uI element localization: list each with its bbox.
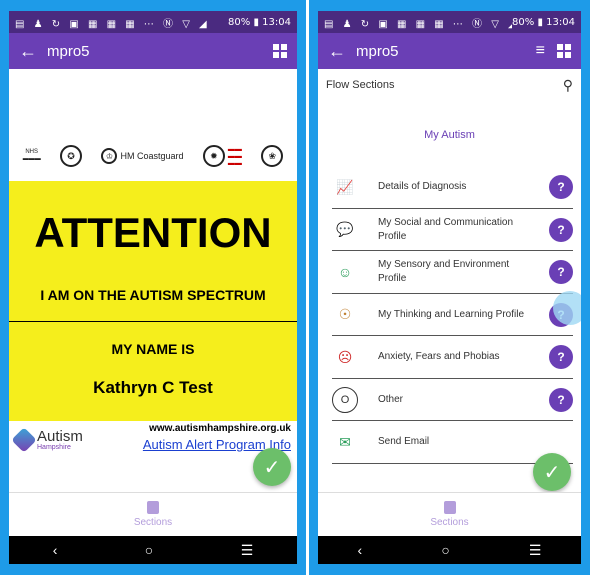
website-url: www.autismhampshire.org.uk bbox=[149, 423, 291, 434]
status-bar: ▤ ♟ ↻ ▣ ▦ ▦ ▦ ⋯ Ⓝ ▽ ◢ 80% ▮ 13:04 bbox=[318, 11, 581, 33]
section-row[interactable]: 💬 My Social and Communication Profile? bbox=[318, 209, 581, 251]
thinking-head-icon: ☉ bbox=[338, 306, 352, 323]
search-icon[interactable]: ⚲ bbox=[563, 77, 573, 94]
info-footer: Autism Hampshire www.autismhampshire.org… bbox=[9, 421, 297, 461]
nav-home-icon[interactable]: ○ bbox=[145, 542, 153, 558]
email-icon: ✉ bbox=[339, 433, 351, 450]
sections-tab[interactable]: Sections bbox=[318, 492, 581, 536]
section-row[interactable]: 📈 Details of Diagnosis? bbox=[318, 166, 581, 209]
my-name-label: MY NAME IS bbox=[111, 341, 195, 357]
chat-icon: 💬 bbox=[336, 221, 354, 238]
person-name: Kathryn C Test bbox=[93, 378, 213, 397]
right-phone-frame: ▤ ♟ ↻ ▣ ▦ ▦ ▦ ⋯ Ⓝ ▽ ◢ 80% ▮ 13:04 ← mpro… bbox=[309, 0, 590, 575]
nav-home-icon[interactable]: ○ bbox=[441, 542, 449, 558]
right-screen: ▤ ♟ ↻ ▣ ▦ ▦ ▦ ⋯ Ⓝ ▽ ◢ 80% ▮ 13:04 ← mpro… bbox=[318, 11, 581, 564]
confirm-check-button[interactable]: ✓ bbox=[533, 453, 571, 491]
spectrum-statement: I AM ON THE AUTISM SPECTRUM bbox=[40, 287, 266, 303]
confirm-check-button[interactable]: ✓ bbox=[253, 448, 291, 486]
nav-recents-icon[interactable]: ☰ bbox=[529, 542, 542, 559]
app-title: mpro5 bbox=[47, 42, 90, 60]
app-bar: ← mpro5 bbox=[9, 33, 297, 69]
section-row[interactable]: ☹ Anxiety, Fears and Phobias? bbox=[318, 336, 581, 379]
sections-tab-label: Sections bbox=[430, 517, 469, 528]
notification-icons: ▤ ♟ ↻ ▣ ▦ ▦ ▦ ⋯ Ⓝ ▽ ◢ bbox=[324, 18, 513, 30]
coastguard-logo: ♔ HM Coastguard bbox=[101, 148, 184, 164]
app-title: mpro5 bbox=[356, 42, 399, 60]
clock: 13:04 bbox=[546, 16, 575, 28]
dashboard-grid-icon[interactable] bbox=[557, 44, 571, 58]
section-row[interactable]: ☺ My Sensory and Environment Profile? bbox=[318, 251, 581, 294]
fire-rescue-logo: ✹ ▬▬ ▬▬ ▬▬ bbox=[202, 145, 242, 167]
nav-back-icon[interactable]: ‹ bbox=[358, 542, 363, 558]
police-crest-icon: ✪ bbox=[60, 145, 83, 167]
help-question-icon[interactable]: ? bbox=[549, 175, 573, 200]
sections-icon bbox=[147, 501, 159, 514]
sensory-icon: ☺ bbox=[337, 264, 353, 281]
battery-icon: ▮ bbox=[537, 16, 543, 28]
back-arrow-icon[interactable]: ← bbox=[19, 41, 47, 62]
menu-icon[interactable]: ≡ bbox=[536, 42, 545, 60]
anxiety-head-icon: ☹ bbox=[337, 348, 353, 365]
status-bar: ▤ ♟ ↻ ▣ ▦ ▦ ▦ ⋯ Ⓝ ▽ ◢ 80% ▮ 13:04 bbox=[9, 11, 297, 33]
attention-heading: ATTENTION bbox=[34, 209, 272, 256]
check-icon: ✓ bbox=[543, 461, 561, 484]
sections-tab-label: Sections bbox=[133, 517, 173, 528]
floating-video-bubble[interactable] bbox=[553, 291, 581, 325]
help-question-icon[interactable]: ? bbox=[549, 387, 573, 412]
battery-level: 80% bbox=[512, 16, 535, 28]
fire-crest-icon: ✹ bbox=[202, 145, 225, 167]
autism-alert-card: ATTENTION I AM ON THE AUTISM SPECTRUM MY… bbox=[9, 181, 297, 421]
autism-hampshire-logo: Autism Hampshire bbox=[11, 427, 83, 453]
check-icon: ✓ bbox=[263, 456, 281, 479]
section-list: 📈 Details of Diagnosis? 💬 My Social and Com… bbox=[318, 166, 581, 464]
card-divider bbox=[9, 321, 297, 322]
sections-icon bbox=[443, 501, 456, 514]
sections-tab[interactable]: Sections bbox=[9, 492, 297, 536]
help-question-icon[interactable]: ? bbox=[549, 217, 573, 242]
section-row[interactable]: O Other? bbox=[318, 379, 581, 421]
back-arrow-icon[interactable]: ← bbox=[328, 41, 356, 62]
nav-recents-icon[interactable]: ☰ bbox=[241, 542, 254, 559]
coastguard-crest-icon: ♔ bbox=[101, 148, 118, 164]
battery-icon: ▮ bbox=[253, 16, 259, 28]
county-crest-icon: ❀ bbox=[261, 145, 284, 167]
autism-puzzle-icon bbox=[11, 427, 37, 453]
nhs-ambulance-logo: NHS ▬▬▬ bbox=[22, 149, 41, 162]
section-row[interactable]: ☉My Thinking and Learning Profile? bbox=[318, 294, 581, 336]
battery-level: 80% bbox=[228, 16, 251, 28]
nav-back-icon[interactable]: ‹ bbox=[53, 542, 58, 558]
diagnosis-icon: 📈 bbox=[336, 178, 354, 195]
flow-sections-bar: Flow Sections ⚲ bbox=[318, 69, 581, 101]
section-row-label: Send Email bbox=[378, 436, 430, 448]
android-nav-bar: ‹ ○ ☰ bbox=[318, 536, 581, 564]
other-icon: O bbox=[332, 386, 358, 413]
help-question-icon[interactable]: ? bbox=[549, 345, 573, 370]
section-heading: My Autism bbox=[424, 129, 475, 141]
partner-logos: NHS ▬▬▬ ✪ ♔ HM Coastguard ✹ ▬▬ ▬▬ ▬▬ ❀ bbox=[9, 131, 297, 181]
notification-icons: ▤ ♟ ↻ ▣ ▦ ▦ ▦ ⋯ Ⓝ ▽ ◢ bbox=[15, 18, 210, 30]
app-bar: ← mpro5 ≡ bbox=[318, 33, 581, 69]
android-nav-bar: ‹ ○ ☰ bbox=[9, 536, 297, 564]
flow-sections-label: Flow Sections bbox=[326, 79, 395, 91]
left-screen: ▤ ♟ ↻ ▣ ▦ ▦ ▦ ⋯ Ⓝ ▽ ◢ 80% ▮ 13:04 ← mpro… bbox=[9, 11, 297, 564]
clock: 13:04 bbox=[262, 16, 291, 28]
dashboard-grid-icon[interactable] bbox=[273, 44, 287, 58]
left-phone-frame: ▤ ♟ ↻ ▣ ▦ ▦ ▦ ⋯ Ⓝ ▽ ◢ 80% ▮ 13:04 ← mpro… bbox=[0, 0, 306, 575]
